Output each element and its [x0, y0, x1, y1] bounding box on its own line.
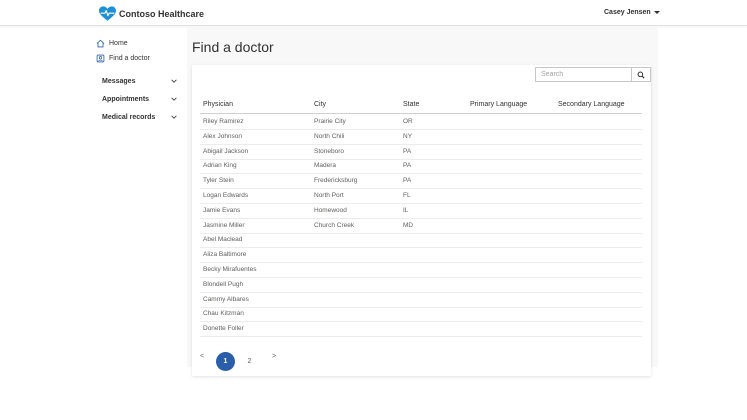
table-cell: Logan Edwards: [203, 192, 249, 199]
column-header-secondary-language[interactable]: Secondary Language: [558, 101, 625, 108]
table-cell: Tyler Stein: [203, 177, 234, 185]
table-cell: Madera: [314, 162, 337, 170]
table-row[interactable]: Jamie Evans Homewood IL: [200, 204, 642, 219]
table-row[interactable]: Alex Johnson North Chili NY: [200, 130, 642, 145]
table-cell: Cammy Albares: [203, 295, 249, 303]
chevron-down-icon: [171, 79, 177, 83]
table-cell: Blondell Pugh: [203, 280, 244, 288]
table-cell: Abigail Jackson: [203, 147, 249, 155]
table-cell: Donette Foller: [203, 325, 244, 333]
table-cell: PA: [403, 177, 412, 185]
table-row[interactable]: Logan Edwards North Port FL: [200, 189, 642, 204]
table-cell: NY: [403, 132, 413, 140]
table-cell: Church Creek: [314, 221, 355, 229]
table-cell: PA: [403, 147, 412, 155]
table-cell: MD: [403, 221, 414, 229]
pager-next-button[interactable]: >: [272, 353, 276, 360]
table-cell: FL: [403, 192, 411, 199]
table-row[interactable]: Riley Ramirez Prairie City OR: [200, 115, 642, 130]
heart-logo-icon: [99, 6, 116, 21]
table-cell: Jamie Evans: [203, 206, 241, 214]
sidebar-group-label: Medical records: [102, 113, 156, 121]
sidebar-group-label: Appointments: [102, 95, 150, 103]
column-header-physician[interactable]: Physician: [203, 101, 233, 108]
sidebar-group-messages[interactable]: Messages: [102, 72, 178, 90]
table-row[interactable]: Blondell Pugh: [200, 278, 642, 293]
table-row[interactable]: Donette Foller: [200, 322, 642, 338]
chevron-down-icon: [171, 97, 177, 101]
pager-prev-button[interactable]: <: [200, 353, 204, 360]
table-row[interactable]: Adrian King Madera PA: [200, 159, 642, 175]
table-cell: North Chili: [314, 132, 345, 140]
table-cell: Stoneboro: [314, 147, 344, 155]
search-button[interactable]: [631, 67, 651, 82]
table-cell: Becky Mirafuentes: [203, 266, 257, 273]
top-bar: Contoso Healthcare Casey Jensen: [0, 0, 747, 26]
sidebar-item-label: Home: [109, 39, 128, 47]
sidebar-item-find-a-doctor[interactable]: Find a doctor: [96, 51, 178, 65]
table-cell: Alex Johnson: [203, 132, 243, 140]
table-cell: Aliza Baltimore: [203, 251, 247, 259]
doctor-icon: [96, 54, 105, 63]
table-cell: Homewood: [314, 206, 347, 214]
results-card: Physician City State Primary Language Se…: [192, 65, 651, 376]
pager-page-2[interactable]: 2: [240, 352, 259, 371]
table-cell: Chau Kitzman: [203, 310, 244, 318]
table-cell: Prairie City: [314, 118, 346, 125]
brand-name: Contoso Healthcare: [119, 9, 205, 19]
caret-down-icon: [653, 10, 660, 14]
column-header-city[interactable]: City: [314, 101, 326, 108]
table-cell: Adrian King: [203, 162, 237, 170]
table-cell: North Port: [314, 192, 344, 199]
page-title: Find a doctor: [192, 39, 274, 55]
search-icon: [637, 71, 645, 79]
table-cell: Abel Maclead: [203, 236, 243, 244]
table-cell: Jasmine Miller: [203, 221, 245, 229]
sidebar-item-home[interactable]: Home: [96, 36, 178, 50]
table-row[interactable]: Chau Kitzman: [200, 307, 642, 323]
table-cell: OR: [403, 118, 413, 125]
sidebar-group-label: Messages: [102, 77, 136, 85]
user-menu[interactable]: Casey Jensen: [604, 9, 660, 16]
table-row[interactable]: Cammy Albares: [200, 293, 642, 308]
table-row[interactable]: Jasmine Miller Church Creek MD: [200, 219, 642, 234]
sidebar-item-label: Find a doctor: [109, 54, 150, 62]
sidebar-group-medical-records[interactable]: Medical records: [102, 108, 178, 126]
column-header-state[interactable]: State: [403, 101, 419, 108]
table-row[interactable]: Aliza Baltimore: [200, 248, 642, 264]
search-input[interactable]: [535, 67, 632, 82]
table-header: Physician City State Primary Language Se…: [200, 98, 642, 114]
sidebar: Home Find a doctor Messages Appointments…: [96, 36, 178, 126]
table-row[interactable]: Abigail Jackson Stoneboro PA: [200, 145, 642, 160]
table-row[interactable]: Tyler Stein Fredericksburg PA: [200, 174, 642, 190]
sidebar-group-appointments[interactable]: Appointments: [102, 90, 178, 108]
table-cell: IL: [403, 206, 409, 214]
home-icon: [96, 39, 105, 48]
user-name: Casey Jensen: [604, 9, 651, 16]
table-row[interactable]: Abel Maclead: [200, 233, 642, 249]
table-cell: Fredericksburg: [314, 177, 358, 185]
column-header-primary-language[interactable]: Primary Language: [470, 101, 527, 108]
pager-page-1[interactable]: 1: [216, 352, 235, 371]
table-cell: PA: [403, 162, 412, 170]
chevron-down-icon: [171, 115, 177, 119]
table-row[interactable]: Becky Mirafuentes: [200, 263, 642, 278]
table-cell: Riley Ramirez: [203, 118, 244, 125]
